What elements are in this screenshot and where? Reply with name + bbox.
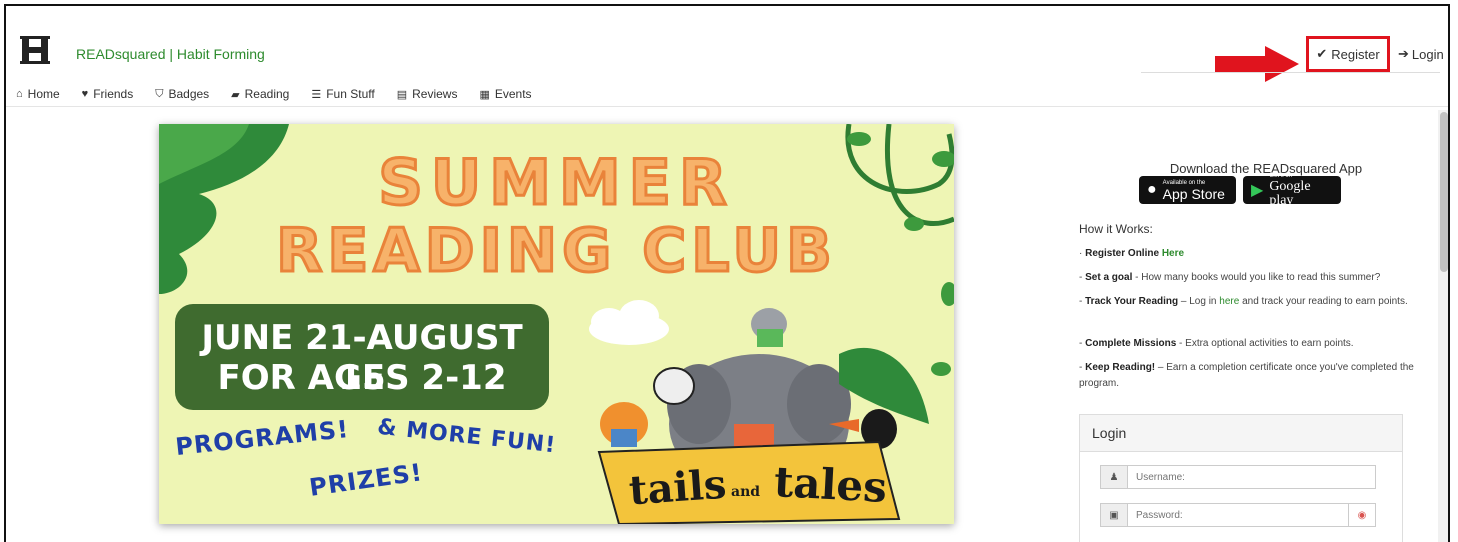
how-step-missions: - Complete Missions - Extra optional act…	[1079, 336, 1419, 352]
heart-icon: ♥	[81, 88, 89, 100]
step-title: Track Your Reading	[1085, 296, 1179, 307]
how-step-goal: - Set a goal - How many books would you …	[1079, 270, 1419, 286]
how-step-track: - Track Your Reading – Log in here and t…	[1079, 294, 1419, 310]
step-text: - Extra optional activities to earn poin…	[1176, 338, 1354, 349]
cloud-shape	[589, 300, 669, 345]
step-bullet: -	[1079, 296, 1083, 307]
step-bullet: ·	[1079, 248, 1083, 259]
nav-divider	[6, 106, 1448, 107]
nav-item-badges[interactable]: ⛉ Badges	[155, 84, 209, 104]
shield-icon: ⛉	[155, 87, 164, 100]
nav-item-label: Badges	[168, 87, 210, 101]
age-range: FOR AGES 2-12	[217, 358, 507, 398]
nav-item-reviews[interactable]: ▤ Reviews	[397, 84, 458, 104]
step-text: – Log in	[1178, 296, 1220, 307]
password-field[interactable]: ▣ ◉	[1100, 503, 1376, 527]
app-store-button[interactable]: ● Available on the App Store	[1139, 176, 1236, 204]
lock-icon: ▣	[1101, 504, 1128, 526]
play-icon: ▶	[1251, 182, 1264, 199]
step-text: and track your reading to earn points.	[1239, 296, 1408, 307]
site-brand[interactable]: READsquared | Habit Forming	[76, 46, 265, 62]
app-store-big: App Store	[1162, 185, 1225, 202]
brand-separator: |	[169, 46, 174, 62]
nav-item-events[interactable]: ▦ Events	[479, 84, 531, 104]
user-icon: ♟	[1101, 466, 1128, 488]
how-it-works-title: How it Works:	[1079, 222, 1153, 236]
register-here-link[interactable]: Here	[1162, 248, 1184, 259]
nav-item-friends[interactable]: ♥ Friends	[82, 84, 134, 104]
brand-tagline: Habit Forming	[176, 46, 265, 62]
step-bullet: -	[1079, 362, 1083, 373]
step-title: Set a goal	[1085, 272, 1133, 283]
list-icon: ☰	[311, 88, 322, 101]
apple-icon: ●	[1147, 181, 1157, 198]
zebra-shape	[653, 367, 695, 405]
register-label: Register	[1331, 46, 1380, 62]
red-arrow-icon	[1215, 46, 1299, 82]
leaf-shape	[931, 362, 951, 376]
app-download-title: Download the READsquared App	[1169, 161, 1363, 176]
login-panel-title: Login	[1080, 415, 1402, 452]
password-input[interactable]	[1128, 508, 1338, 522]
banner-title-reading-club: READING CLUB	[275, 215, 837, 288]
nav-item-label: Fun Stuff	[326, 87, 375, 101]
login-label: Login	[1411, 46, 1444, 62]
site-header: READsquared | Habit Forming ✔ Register ➔…	[6, 6, 1448, 82]
header-divider	[1141, 72, 1440, 73]
nav-item-label: Reading	[244, 87, 290, 101]
book-icon: ▰	[231, 88, 240, 101]
google-play-big: Google play	[1269, 178, 1311, 208]
app-store-text: Available on the App Store	[1163, 180, 1225, 201]
calendar-icon: ▦	[479, 88, 490, 101]
nav-item-label: Home	[27, 87, 60, 101]
book-shape	[757, 329, 783, 347]
how-step-keep-reading: - Keep Reading! – Earn a completion cert…	[1079, 360, 1419, 392]
banner-title-summer: SUMMER	[377, 145, 735, 221]
step-title: Register Online	[1085, 248, 1160, 259]
theme-word-tails: tails	[627, 460, 728, 515]
step-title: Complete Missions	[1085, 338, 1177, 349]
google-play-text: Get it on Google play	[1269, 173, 1333, 208]
scrollbar-thumb[interactable]	[1440, 112, 1448, 272]
login-button[interactable]: ➔ Login	[1398, 46, 1444, 62]
step-bullet: -	[1079, 338, 1083, 349]
book-shape	[611, 429, 637, 447]
track-here-link[interactable]: here	[1219, 296, 1239, 307]
nav-item-home[interactable]: ⌂ Home	[16, 84, 60, 104]
nav-item-fun-stuff[interactable]: ☰ Fun Stuff	[311, 84, 374, 104]
browser-frame: READsquared | Habit Forming ✔ Register ➔…	[4, 4, 1450, 542]
username-field[interactable]: ♟	[1100, 465, 1376, 489]
date-box: JUNE 21-AUGUST 15 FOR AGES 2-12	[175, 304, 549, 410]
summer-reading-banner: SUMMER READING CLUB JUNE 21-AUGUST 15 FO…	[159, 124, 954, 524]
login-panel: Login ♟ ▣ ◉	[1079, 414, 1403, 542]
nav-item-label: Events	[494, 87, 532, 101]
main-nav: ⌂ Home ♥ Friends ⛉ Badges ▰ Reading ☰ Fu…	[16, 84, 554, 104]
page-scrollbar[interactable]	[1438, 110, 1448, 542]
username-input[interactable]	[1128, 470, 1338, 484]
how-step-register: · Register Online Here	[1079, 246, 1419, 262]
step-text: - How many books would you like to read …	[1132, 272, 1381, 283]
nav-item-reading[interactable]: ▰ Reading	[231, 84, 289, 104]
sign-in-icon: ➔	[1398, 46, 1409, 61]
step-title: Keep Reading!	[1085, 362, 1156, 373]
theme-word-and: and	[731, 484, 761, 500]
register-button[interactable]: ✔ Register	[1306, 36, 1390, 72]
site-logo[interactable]	[20, 34, 50, 66]
eye-icon[interactable]: ◉	[1348, 504, 1375, 526]
step-bullet: -	[1079, 272, 1083, 283]
google-play-button[interactable]: ▶ Get it on Google play	[1243, 173, 1341, 207]
check-icon: ✔	[1316, 46, 1328, 61]
nav-item-label: Reviews	[412, 87, 458, 101]
home-icon: ⌂	[16, 88, 23, 100]
nav-item-label: Friends	[93, 87, 134, 101]
leaf-shape	[847, 132, 871, 146]
reviews-icon: ▤	[396, 88, 408, 101]
brand-name: READsquared	[76, 46, 166, 62]
theme-word-tales: tales	[772, 457, 889, 512]
